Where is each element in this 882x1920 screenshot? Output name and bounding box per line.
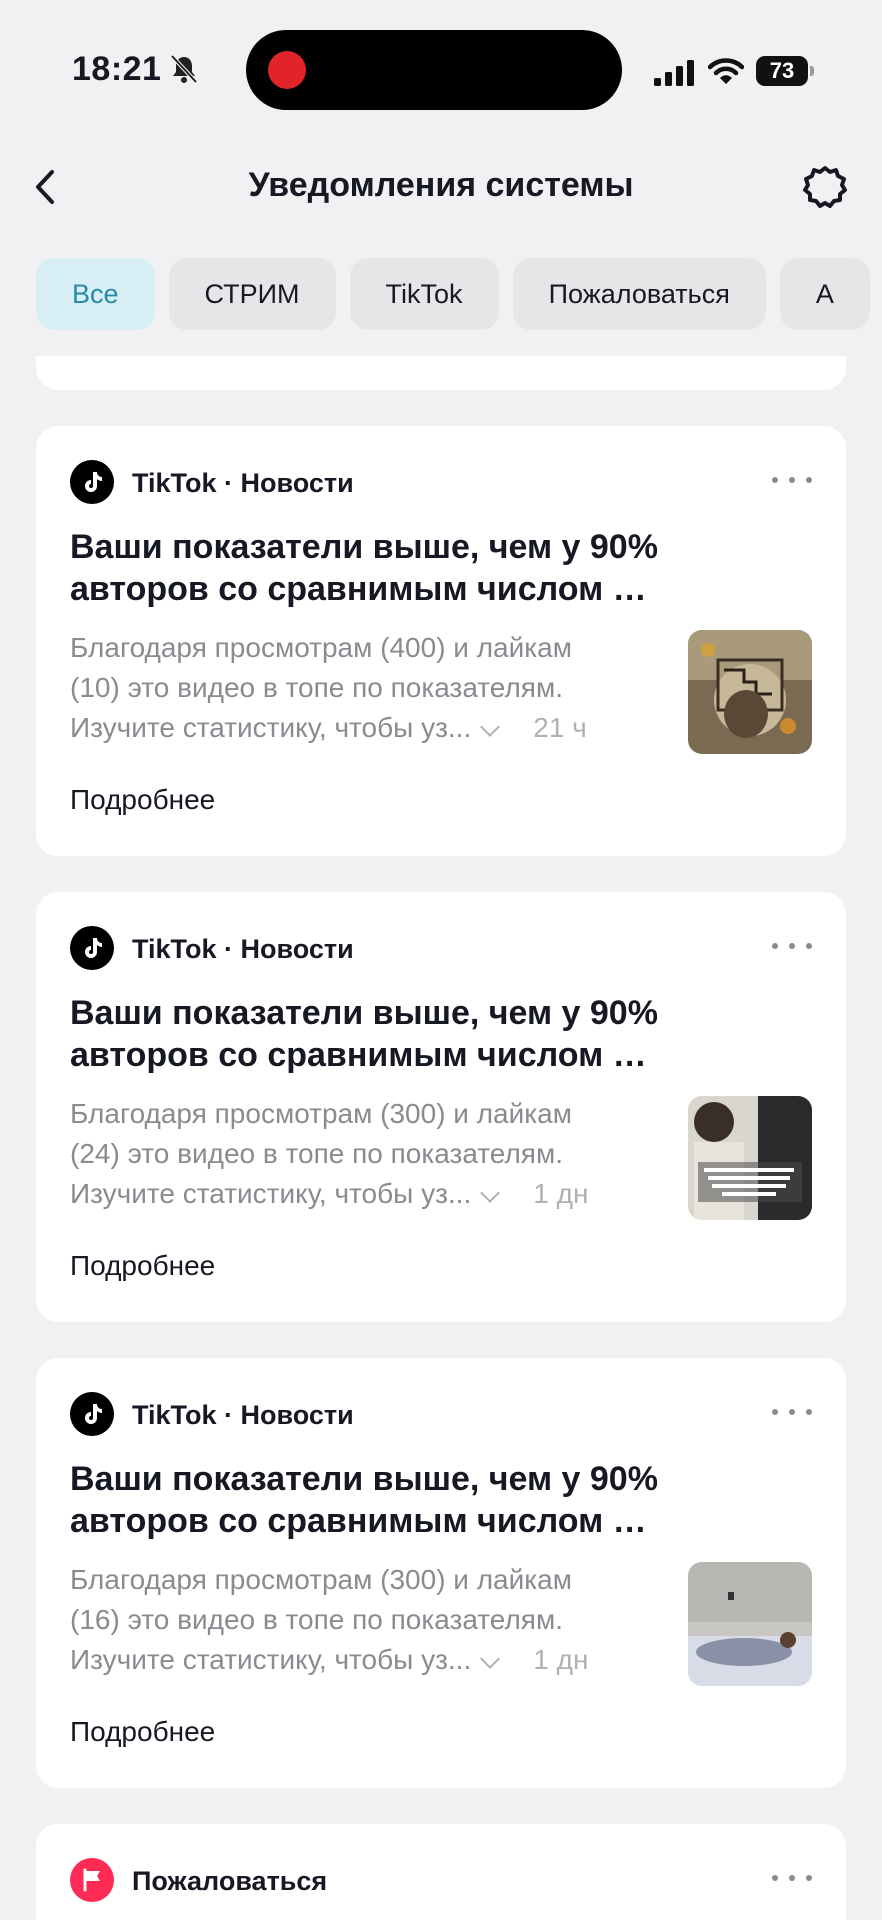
- source-label: TikTok · Новости: [132, 934, 354, 964]
- report-flag-icon: [70, 1858, 114, 1902]
- card-header: TikTok · Новости: [70, 460, 812, 504]
- title-line: авторов со сравнимым числом …: [70, 1036, 647, 1074]
- body-text: Изучите статистику, чтобы уз...: [70, 1178, 472, 1209]
- recording-indicator-icon: [268, 51, 306, 89]
- timestamp: 21 ч: [533, 712, 587, 743]
- source-label: Пожаловаться: [132, 1866, 328, 1896]
- source-label: TikTok · Новости: [132, 1400, 354, 1430]
- notification-card[interactable]: TikTok · Новости Ваши показатели выше, ч…: [36, 1358, 846, 1788]
- card-body: Благодаря просмотрам (300) и лайкам (16)…: [70, 1560, 670, 1680]
- video-thumbnail[interactable]: [688, 1096, 812, 1220]
- title-line: Ваши показатели выше, чем у 90%: [70, 994, 658, 1032]
- tiktok-logo-icon: [70, 926, 114, 970]
- notification-card[interactable]: TikTok · Новости Ваши показатели выше, ч…: [36, 426, 846, 856]
- tab-tiktok[interactable]: TikTok: [349, 258, 499, 330]
- card-body: Благодаря просмотрам (400) и лайкам (10)…: [70, 628, 670, 748]
- filter-tabs: Все СТРИМ TikTok Пожаловаться А: [36, 258, 882, 330]
- tiktok-logo-icon: [70, 460, 114, 504]
- settings-gear-icon[interactable]: [800, 162, 850, 212]
- notification-card[interactable]: TikTok · Новости Ваши показатели выше, ч…: [36, 892, 846, 1322]
- title-line: авторов со сравнимым числом …: [70, 1502, 647, 1540]
- tab-all[interactable]: Все: [36, 258, 155, 330]
- cellular-signal-icon: [654, 60, 694, 86]
- chevron-down-icon[interactable]: [480, 716, 501, 737]
- chevron-down-icon[interactable]: [480, 1648, 501, 1669]
- battery-tip: [810, 66, 814, 76]
- card-title: Ваши показатели выше, чем у 90% авторов …: [70, 1458, 790, 1542]
- previous-card-edge: [36, 356, 846, 390]
- timestamp: 1 дн: [533, 1644, 589, 1675]
- tiktok-logo-icon: [70, 1392, 114, 1436]
- card-title: Ваши показатели выше, чем у 90% авторов …: [70, 992, 790, 1076]
- wifi-icon: [708, 58, 744, 84]
- status-time: 18:21: [72, 50, 162, 88]
- more-options-icon[interactable]: [772, 1400, 812, 1424]
- source-label: TikTok · Новости: [132, 468, 354, 498]
- body-line: (24) это видео в топе по показателям.: [70, 1138, 563, 1169]
- title-line: Ваши показатели выше, чем у 90%: [70, 528, 658, 566]
- timestamp: 1 дн: [533, 1178, 589, 1209]
- more-options-icon[interactable]: [772, 1866, 812, 1890]
- dynamic-island: [246, 30, 622, 110]
- body-line-expand[interactable]: Изучите статистику, чтобы уз... 1 дн: [70, 1640, 670, 1680]
- tab-report[interactable]: Пожаловаться: [512, 258, 766, 330]
- video-thumbnail[interactable]: [688, 1562, 812, 1686]
- more-options-icon[interactable]: [772, 468, 812, 492]
- body-line: Благодаря просмотрам (300) и лайкам: [70, 1098, 572, 1129]
- battery-level: 73: [756, 56, 808, 86]
- details-link[interactable]: Подробнее: [70, 784, 215, 816]
- status-bar: 18:21 73: [0, 0, 882, 140]
- body-line: (16) это видео в топе по показателям.: [70, 1604, 563, 1635]
- body-line: Благодаря просмотрам (400) и лайкам: [70, 632, 572, 663]
- title-line: Ваши показатели выше, чем у 90%: [70, 1460, 658, 1498]
- card-body: Благодаря просмотрам (300) и лайкам (24)…: [70, 1094, 670, 1214]
- card-header: TikTok · Новости: [70, 1392, 812, 1436]
- details-link[interactable]: Подробнее: [70, 1716, 215, 1748]
- video-thumbnail[interactable]: [688, 630, 812, 754]
- body-text: Изучите статистику, чтобы уз...: [70, 1644, 472, 1675]
- body-line: (10) это видео в топе по показателям.: [70, 672, 563, 703]
- page-title: Уведомления системы: [248, 166, 634, 204]
- battery-icon: 73: [756, 56, 814, 86]
- tab-more[interactable]: А: [779, 258, 870, 330]
- details-link[interactable]: Подробнее: [70, 1250, 215, 1282]
- notification-card[interactable]: Пожаловаться: [36, 1824, 846, 1920]
- card-header: Пожаловаться: [70, 1858, 812, 1902]
- body-text: Изучите статистику, чтобы уз...: [70, 712, 472, 743]
- body-line: Благодаря просмотрам (300) и лайкам: [70, 1564, 572, 1595]
- header: Уведомления системы: [0, 140, 882, 240]
- more-options-icon[interactable]: [772, 934, 812, 958]
- muted-bell-icon: [170, 54, 198, 84]
- card-header: TikTok · Новости: [70, 926, 812, 970]
- card-title: Ваши показатели выше, чем у 90% авторов …: [70, 526, 790, 610]
- chevron-down-icon[interactable]: [480, 1182, 501, 1203]
- body-line-expand[interactable]: Изучите статистику, чтобы уз... 1 дн: [70, 1174, 670, 1214]
- tab-stream[interactable]: СТРИМ: [168, 258, 336, 330]
- title-line: авторов со сравнимым числом …: [70, 570, 647, 608]
- body-line-expand[interactable]: Изучите статистику, чтобы уз... 21 ч: [70, 708, 670, 748]
